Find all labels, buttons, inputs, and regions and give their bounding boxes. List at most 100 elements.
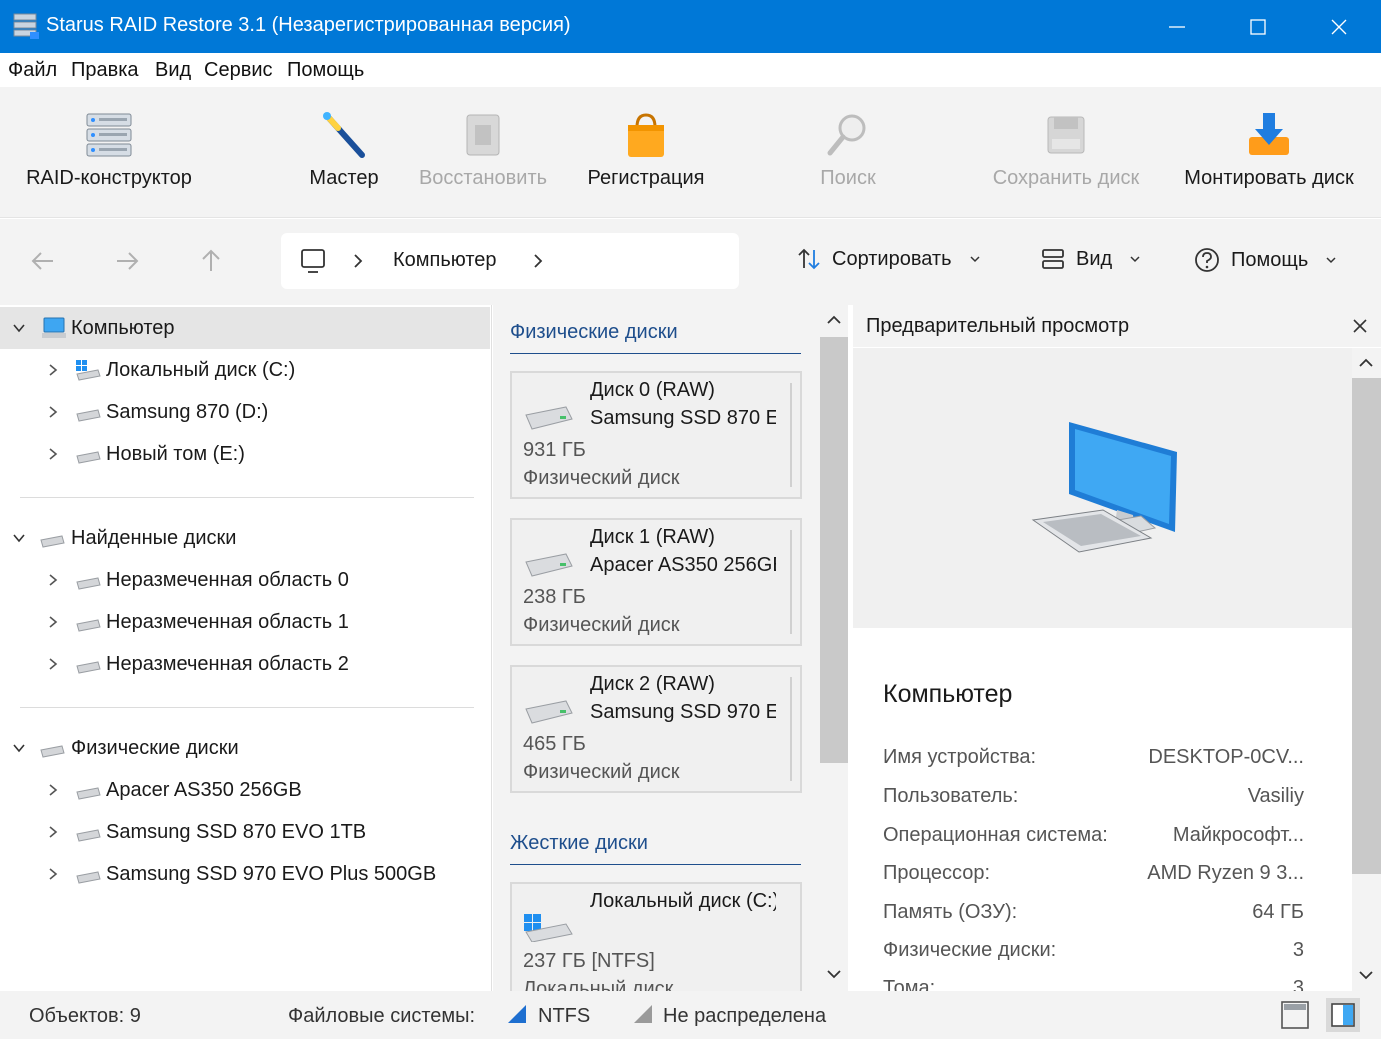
tree-item-drive-c[interactable]: Локальный диск (C:) [0,349,490,391]
chevron-down-icon[interactable] [12,741,26,755]
drive-icon [76,871,101,884]
disk-icon [525,406,573,430]
monitor-icon [301,249,325,273]
mount-disk-label: Монтировать диск [1184,167,1354,189]
disk-type: Локальный диск [523,978,674,991]
disk-card-1[interactable]: Диск 1 (RAW) Apacer AS350 256GB 238 ГБ Ф… [510,518,802,646]
menu-file[interactable]: Файл [8,59,57,82]
scroll-down-icon[interactable] [1358,968,1374,982]
chevron-down-icon [1326,257,1336,264]
scrollbar-thumb[interactable] [1352,378,1381,874]
search-button[interactable]: Поиск [800,87,896,218]
raid-builder-label: RAID-конструктор [26,167,192,189]
drive-icon [40,745,65,758]
tree-item-drive-e[interactable]: Новый том (E:) [0,433,490,475]
drive-icon [76,661,101,674]
chevron-down-icon[interactable] [12,321,26,335]
toolbar: RAID-конструктор Мастер Восстановить Рег… [0,87,1381,218]
preview-pane-icon[interactable] [1326,998,1360,1032]
breadcrumb-computer[interactable]: Компьютер [393,249,497,272]
chevron-right-icon[interactable] [46,615,60,629]
save-disk-icon [1047,116,1085,154]
close-button[interactable] [1299,0,1379,53]
disk-list-scrollbar[interactable] [820,305,848,991]
menu-help[interactable]: Помощь [287,59,364,82]
preview-scrollbar[interactable] [1352,348,1381,991]
forward-arrow-icon[interactable] [114,248,140,274]
windows-drive-icon [76,360,101,381]
breadcrumb[interactable]: Компьютер [281,233,739,289]
hard-disk-card-c[interactable]: Локальный диск (C:) 237 ГБ [NTFS] Локаль… [510,882,802,991]
tree-label: Неразмеченная область 0 [106,568,349,591]
scroll-up-icon[interactable] [826,313,842,327]
card-scrollbar[interactable] [786,383,792,487]
tree-item-unallocated-0[interactable]: Неразмеченная область 0 [0,559,490,601]
hard-disks-header: Жесткие диски [510,832,648,854]
app-icon [13,13,39,39]
drive-icon [76,577,101,590]
windows-drive-icon [524,914,573,942]
restore-button[interactable]: Восстановить [408,87,558,218]
computer-icon [42,317,66,338]
minimize-button[interactable] [1137,0,1217,53]
disk-card-2[interactable]: Диск 2 (RAW) Samsung SSD 970 EVO Plus 50… [510,665,802,793]
computer-illustration-icon [1031,422,1177,553]
view-button[interactable]: Вид [1040,246,1142,272]
mount-disk-button[interactable]: Монтировать диск [1172,87,1366,218]
chevron-right-icon[interactable] [46,867,60,881]
chevron-right-icon[interactable] [46,657,60,671]
preview-header: Предварительный просмотр [853,305,1381,347]
scroll-up-icon[interactable] [1358,356,1374,370]
search-label: Поиск [820,167,876,189]
chevron-right-icon[interactable] [531,253,545,269]
scrollbar-thumb[interactable] [820,337,848,763]
shopping-bag-icon [628,113,664,157]
tree-item-samsung-970[interactable]: Samsung SSD 970 EVO Plus 500GB [0,853,490,895]
chevron-right-icon[interactable] [46,825,60,839]
maximize-icon [1250,18,1266,35]
chevron-right-icon[interactable] [46,363,60,377]
tree-item-computer[interactable]: Компьютер [0,307,490,349]
disk-icon [525,700,573,724]
menu-edit[interactable]: Правка [71,59,139,82]
section-divider [510,353,801,354]
chevron-right-icon[interactable] [46,447,60,461]
raid-builder-button[interactable]: RAID-конструктор [10,87,208,218]
close-icon[interactable] [1352,318,1368,334]
menu-service[interactable]: Сервис [204,59,273,82]
status-bar: Объектов: 9 Файловые системы: NTFS Не ра… [0,991,1381,1039]
save-disk-button[interactable]: Сохранить диск [984,87,1148,218]
chevron-right-icon[interactable] [46,573,60,587]
tree-item-drive-d[interactable]: Samsung 870 (D:) [0,391,490,433]
tree-item-unallocated-2[interactable]: Неразмеченная область 2 [0,643,490,685]
close-icon [1331,19,1347,34]
chevron-down-icon [1130,256,1140,263]
tree-item-unallocated-1[interactable]: Неразмеченная область 1 [0,601,490,643]
sort-button[interactable]: Сортировать [796,246,982,272]
register-button[interactable]: Регистрация [576,87,716,218]
physical-disks-header: Физические диски [510,321,678,343]
tree-item-physical-disks[interactable]: Физические диски [0,727,490,769]
tree-item-samsung-870[interactable]: Samsung SSD 870 EVO 1TB [0,811,490,853]
card-scrollbar[interactable] [786,530,792,634]
chevron-right-icon[interactable] [46,405,60,419]
list-view-icon[interactable] [1280,1000,1310,1030]
disk-card-0[interactable]: Диск 0 (RAW) Samsung SSD 870 EVO 1TB 931… [510,371,802,499]
menu-view[interactable]: Вид [155,59,191,82]
tree-item-apacer[interactable]: Apacer AS350 256GB [0,769,490,811]
wizard-button[interactable]: Мастер [296,87,392,218]
help-button[interactable]: Помощь [1193,246,1338,274]
tree-label: Неразмеченная область 1 [106,610,349,633]
card-scrollbar[interactable] [786,677,792,781]
disk-size: 465 ГБ [523,733,586,755]
disk-size: 238 ГБ [523,586,586,608]
tree-item-found-disks[interactable]: Найденные диски [0,517,490,559]
chevron-right-icon[interactable] [46,783,60,797]
preview-panel: Предварительный просмотр Компьютер Имя у… [853,305,1381,991]
up-arrow-icon[interactable] [198,248,224,274]
scroll-down-icon[interactable] [826,967,842,981]
back-arrow-icon[interactable] [30,248,56,274]
chevron-down-icon[interactable] [12,531,26,545]
folder-tree: Компьютер Локальный диск (C:) Samsung 87… [0,305,492,991]
maximize-button[interactable] [1218,0,1298,53]
